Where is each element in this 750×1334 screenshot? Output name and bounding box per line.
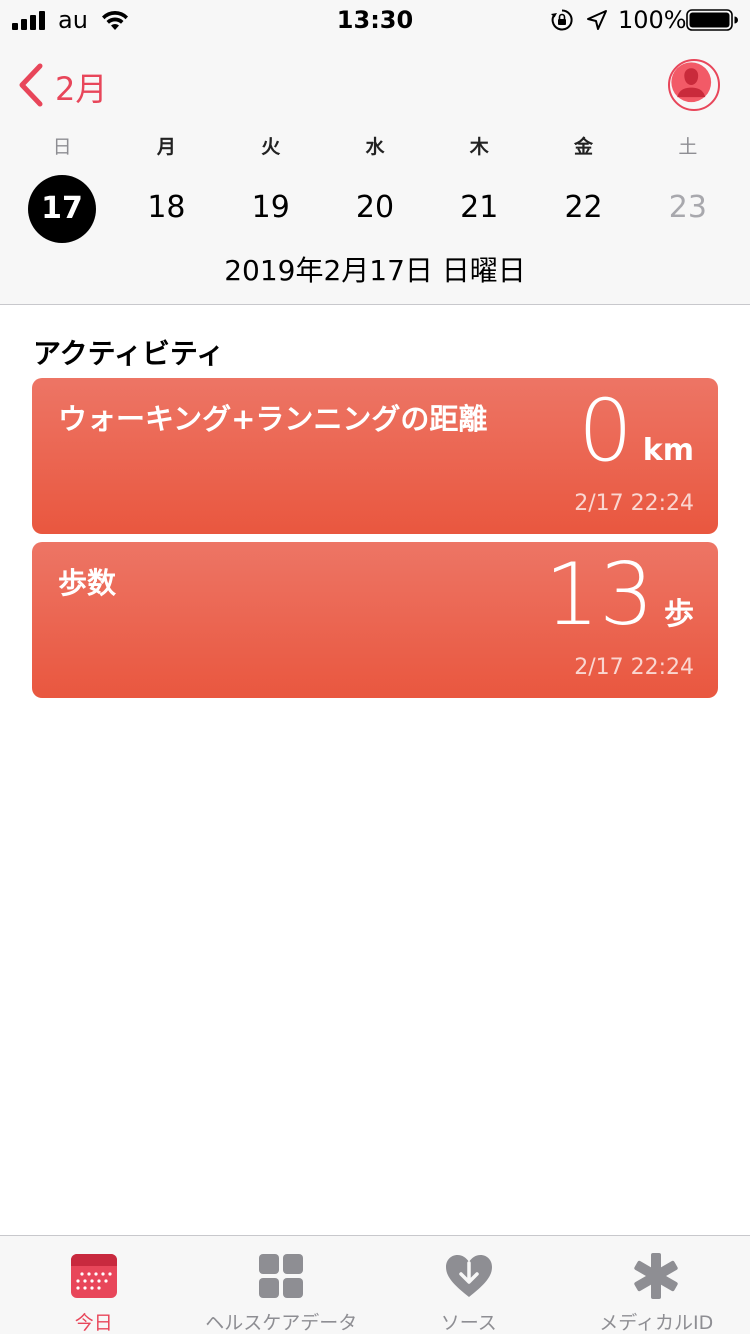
date-cell[interactable]: 20	[323, 176, 427, 240]
selected-date-circle: 17	[28, 175, 96, 243]
status-bar: au 13:30 100%	[0, 0, 750, 40]
calendar-today-icon	[70, 1254, 117, 1298]
card-value-group: 13 歩	[545, 552, 694, 638]
date-cell[interactable]: 21	[427, 176, 531, 240]
asterisk-icon	[634, 1253, 678, 1299]
tab-label: 今日	[74, 1312, 113, 1334]
grid-icon	[259, 1254, 304, 1298]
walking-running-distance-card[interactable]: ウォーキング+ランニングの距離 0 km 2/17 22:24	[32, 378, 718, 534]
back-button-month[interactable]: 2月	[55, 64, 107, 110]
weekday-label: 金	[574, 136, 594, 158]
weekday-row: 日 月 火 水 木 金 土	[10, 132, 740, 159]
tab-health-data[interactable]: ヘルスケアデータ	[188, 1236, 376, 1334]
person-icon	[671, 62, 712, 103]
steps-card[interactable]: 歩数 13 歩 2/17 22:24	[32, 542, 718, 698]
weekday-label: 水	[365, 136, 385, 158]
card-timestamp: 2/17 22:24	[574, 655, 694, 680]
weekday-label: 月	[156, 136, 176, 158]
back-chevron-icon[interactable]	[16, 62, 44, 108]
selected-full-date: 2019年2月17日 日曜日	[224, 254, 526, 287]
weekday-label: 木	[469, 136, 489, 158]
profile-avatar-button[interactable]	[668, 59, 720, 111]
date-cell-selected[interactable]: 17	[10, 175, 114, 243]
header: au 13:30 100% 2月 日 月 火 水 木 金 土 17 18 19 …	[0, 0, 750, 305]
weekday-label: 日	[52, 136, 72, 158]
card-value: 13	[544, 545, 654, 645]
card-unit: km	[642, 433, 694, 468]
tab-today[interactable]: 今日	[0, 1236, 188, 1334]
tab-sources[interactable]: ソース	[375, 1236, 563, 1334]
tab-label: メディカルID	[599, 1312, 714, 1334]
weekday-label: 土	[678, 136, 698, 158]
card-timestamp: 2/17 22:24	[574, 491, 694, 516]
date-cell[interactable]: 19	[219, 176, 323, 240]
tab-label: ソース	[440, 1312, 497, 1334]
card-unit: 歩	[664, 597, 694, 632]
card-title: ウォーキング+ランニングの距離	[58, 402, 488, 436]
activity-section-title: アクティビティ	[33, 337, 225, 370]
rotation-lock-icon	[551, 9, 573, 31]
weekday-label: 火	[261, 136, 281, 158]
card-value-group: 0 km	[578, 388, 694, 474]
date-cell-future: 23	[668, 190, 707, 225]
heart-download-icon	[445, 1255, 492, 1297]
card-title: 歩数	[58, 566, 117, 600]
tab-label: ヘルスケアデータ	[205, 1312, 358, 1334]
card-value: 0	[578, 381, 633, 481]
date-cell[interactable]: 22	[531, 176, 635, 240]
battery-icon	[686, 9, 738, 31]
battery-percent: 100%	[618, 6, 687, 34]
tab-bar: 今日 ヘルスケアデータ ソース メディカルID	[0, 1235, 750, 1334]
tab-medical-id[interactable]: メディカルID	[563, 1236, 750, 1334]
date-cell[interactable]: 18	[114, 176, 218, 240]
date-row: 17 18 19 20 21 22 23	[10, 175, 740, 243]
location-arrow-icon	[587, 10, 607, 30]
